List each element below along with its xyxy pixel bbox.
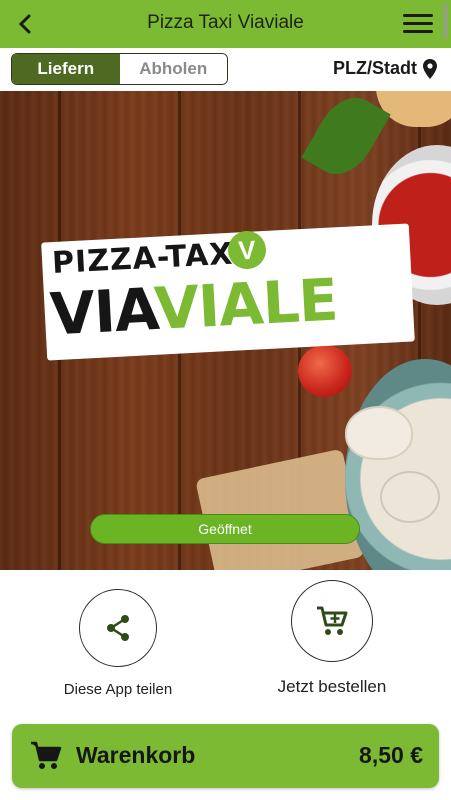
hero-image: PIZZA-TAXI V VIAVIALE xyxy=(0,91,451,570)
mushroom-bowl xyxy=(345,359,451,570)
open-status-badge[interactable]: Geöffnet xyxy=(90,514,360,544)
cart-add-icon xyxy=(317,606,348,635)
mushroom-decoration xyxy=(345,406,413,460)
bread-decoration xyxy=(195,448,365,570)
page-title: Pizza Taxi Viaviale xyxy=(147,12,304,33)
share-circle xyxy=(79,589,157,667)
order-mode-toggle: Liefern Abholen xyxy=(11,53,228,85)
scrollbar xyxy=(443,3,448,39)
cart-total: 8,50 € xyxy=(359,742,423,768)
order-now-button[interactable]: Jetzt bestellen xyxy=(262,580,402,697)
app-header: Pizza Taxi Viaviale xyxy=(0,0,451,48)
cart-button[interactable]: Warenkorb 8,50 € xyxy=(12,724,439,788)
mushroom-decoration xyxy=(380,471,440,523)
shopping-cart-icon xyxy=(31,741,62,769)
logo-text-via: VIA xyxy=(48,275,157,349)
order-label: Jetzt bestellen xyxy=(277,677,387,696)
map-pin-icon xyxy=(423,58,437,79)
chevron-left-icon xyxy=(18,14,31,34)
basil-leaf-decoration xyxy=(301,91,391,186)
share-app-button[interactable]: Diese App teilen xyxy=(56,589,180,698)
back-button[interactable] xyxy=(10,9,40,39)
location-selector[interactable]: PLZ/Stadt xyxy=(333,58,437,79)
tomato-decoration xyxy=(298,345,352,397)
share-icon xyxy=(107,615,129,641)
logo-text-viale: VIALE xyxy=(152,265,339,344)
tab-abholen[interactable]: Abholen xyxy=(119,54,227,84)
share-label: Diese App teilen xyxy=(63,681,173,698)
order-circle xyxy=(291,580,373,662)
hamburger-menu-icon[interactable] xyxy=(401,11,435,37)
tab-liefern[interactable]: Liefern xyxy=(12,54,120,84)
cart-label: Warenkorb xyxy=(76,742,196,768)
pizza-crust-decoration xyxy=(376,91,451,127)
location-label: PLZ/Stadt xyxy=(333,58,417,78)
